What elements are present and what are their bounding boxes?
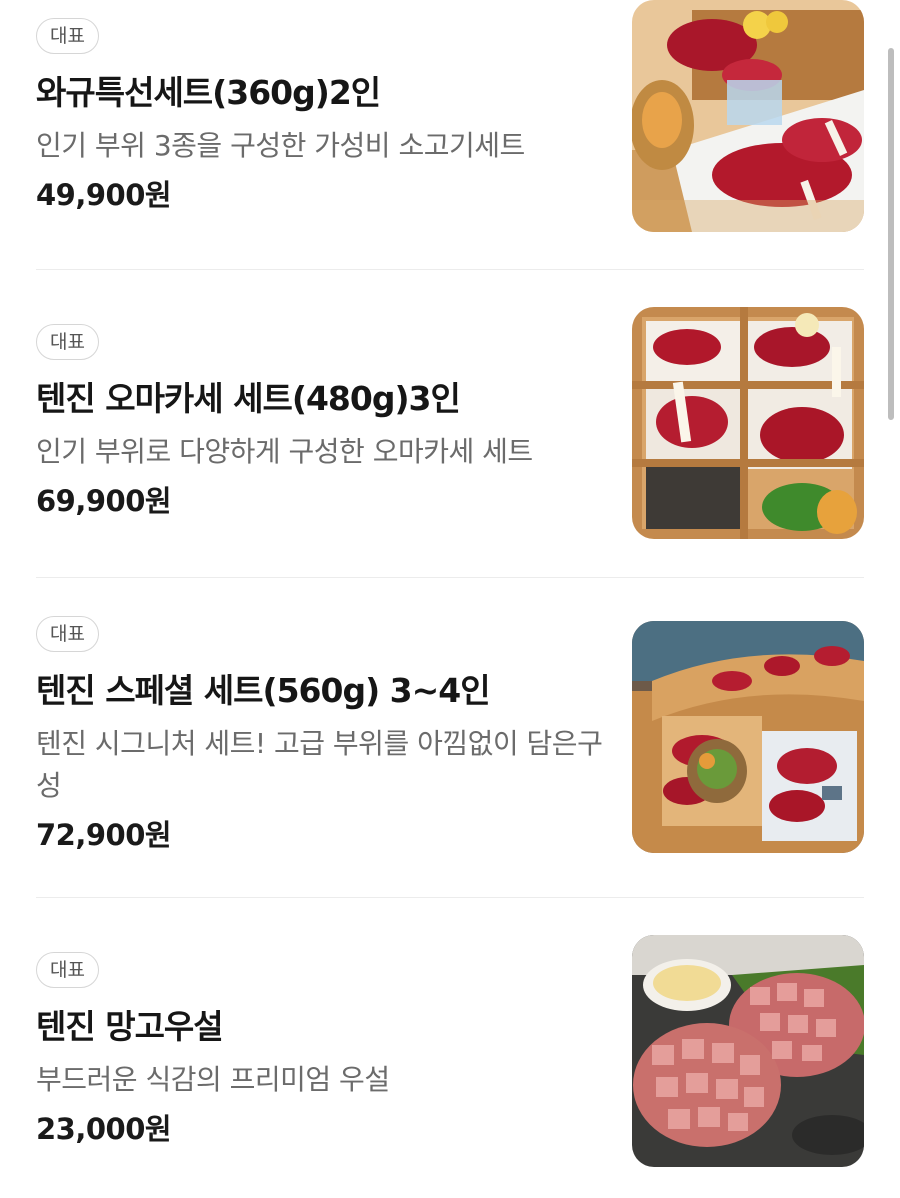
scrollbar[interactable]	[888, 48, 894, 420]
menu-item-info: 대표 텐진 오마카세 세트(480g)3인 인기 부위로 다양하게 구성한 오마…	[36, 324, 606, 521]
signature-badge: 대표	[36, 18, 99, 54]
special-tray-photo[interactable]	[632, 621, 864, 853]
omakase-box-photo[interactable]	[632, 307, 864, 539]
menu-item-description: 텐진 시그니처 세트! 고급 부위를 아낌없이 담은구성	[36, 727, 603, 802]
menu-list: 대표 와규특선세트(360g)2인 인기 부위 3종을 구성한 가성비 소고기세…	[36, 0, 864, 1198]
wagyu-platter-photo[interactable]	[632, 0, 864, 232]
signature-badge: 대표	[36, 324, 99, 360]
menu-item-price: 49,900원	[36, 178, 172, 212]
signature-badge: 대표	[36, 616, 99, 652]
omakase-box-image	[632, 307, 864, 539]
menu-item-name: 텐진 오마카세 세트(480g)3인	[36, 379, 461, 418]
menu-item-description: 인기 부위로 다양하게 구성한 오마카세 세트	[36, 435, 533, 468]
menu-item-special-set[interactable]: 대표 텐진 스페셜 세트(560g) 3~4인 텐진 시그니처 세트! 고급 부…	[36, 578, 864, 898]
mango-tongue-image	[632, 935, 864, 1167]
menu-item-name: 텐진 망고우설	[36, 1007, 224, 1046]
menu-item-price: 23,000원	[36, 1112, 172, 1146]
menu-item-info: 대표 텐진 망고우설 부드러운 식감의 프리미엄 우설 23,000원	[36, 952, 606, 1149]
menu-item-omakase-set[interactable]: 대표 텐진 오마카세 세트(480g)3인 인기 부위로 다양하게 구성한 오마…	[36, 270, 864, 578]
menu-item-description: 인기 부위 3종을 구성한 가성비 소고기세트	[36, 129, 525, 162]
signature-badge: 대표	[36, 952, 99, 988]
mango-tongue-photo[interactable]	[632, 935, 864, 1167]
menu-item-info: 대표 텐진 스페셜 세트(560g) 3~4인 텐진 시그니처 세트! 고급 부…	[36, 616, 606, 855]
special-tray-image	[632, 621, 864, 853]
menu-item-wagyu-set[interactable]: 대표 와규특선세트(360g)2인 인기 부위 3종을 구성한 가성비 소고기세…	[36, 0, 864, 270]
menu-item-price: 69,900원	[36, 484, 172, 518]
menu-item-price: 72,900원	[36, 818, 172, 852]
menu-item-description: 부드러운 식감의 프리미엄 우설	[36, 1063, 390, 1096]
menu-item-name: 와규특선세트(360g)2인	[36, 73, 381, 112]
menu-item-mango-tongue[interactable]: 대표 텐진 망고우설 부드러운 식감의 프리미엄 우설 23,000원	[36, 898, 864, 1198]
menu-page: 대표 와규특선세트(360g)2인 인기 부위 3종을 구성한 가성비 소고기세…	[0, 0, 900, 1198]
menu-item-name: 텐진 스페셜 세트(560g) 3~4인	[36, 671, 491, 710]
menu-item-info: 대표 와규특선세트(360g)2인 인기 부위 3종을 구성한 가성비 소고기세…	[36, 18, 606, 215]
wagyu-platter-image	[632, 0, 864, 232]
